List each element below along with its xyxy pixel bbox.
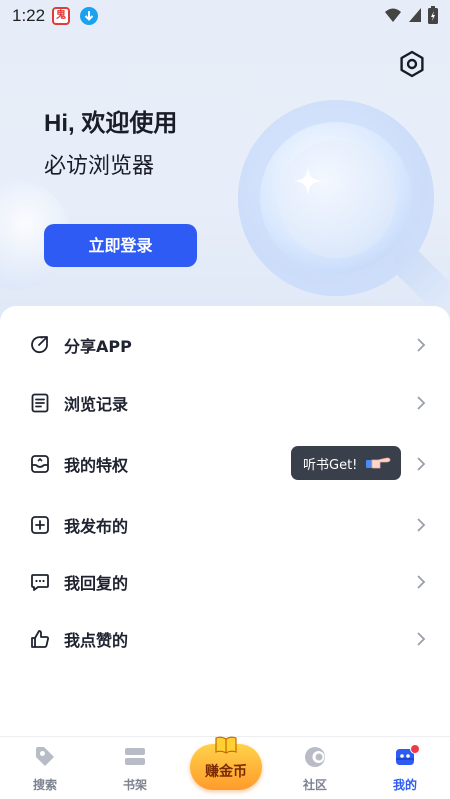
chevron-right-icon	[417, 518, 426, 532]
app-name: 必访浏览器	[44, 154, 155, 179]
tab-bookshelf[interactable]: 书架	[95, 737, 175, 799]
chevron-right-icon	[417, 338, 426, 352]
menu-item-likes[interactable]: 我点赞的	[0, 611, 450, 667]
tooltip-text: 听书Get!	[303, 458, 358, 473]
menu-item-posts[interactable]: 我发布的	[0, 497, 450, 553]
tab-profile[interactable]: 我的	[365, 737, 445, 799]
menu-label-posts: 我发布的	[64, 517, 129, 536]
search-tag-icon	[36, 747, 54, 766]
chevron-right-icon	[417, 396, 426, 410]
status-indicators	[384, 6, 438, 24]
menu-label-history: 浏览记录	[64, 395, 129, 414]
tab-label-bookshelf: 书架	[122, 778, 147, 792]
notification-dot	[410, 744, 420, 754]
tab-search[interactable]: 搜索	[5, 737, 85, 799]
earn-coins-button[interactable]: 赚金币	[190, 736, 262, 790]
menu-item-replies[interactable]: 我回复的	[0, 554, 450, 610]
download-notification-icon	[80, 7, 98, 25]
share-icon	[31, 336, 48, 353]
book-icon	[215, 736, 237, 754]
menu-item-history[interactable]: 浏览记录	[0, 375, 450, 431]
battery-icon	[428, 6, 438, 24]
menu-item-share[interactable]: 分享APP	[0, 317, 450, 373]
menu-label-likes: 我点赞的	[64, 631, 129, 650]
app-notification-icon: 鬼	[52, 7, 70, 25]
tab-community[interactable]: 社区	[275, 737, 355, 799]
menu-label-privilege: 我的特权	[64, 456, 129, 475]
bookshelf-icon	[125, 748, 145, 765]
menu-card: 分享APP 浏览记录 我的特权 我发布的 我回复的 我点赞的	[0, 306, 450, 736]
settings-icon[interactable]	[398, 50, 426, 78]
wifi-icon	[385, 8, 401, 22]
audiobook-tooltip[interactable]: 听书Get!	[291, 446, 401, 480]
chevron-right-icon	[417, 632, 426, 646]
menu-label-replies: 我回复的	[64, 574, 129, 593]
signal-icon	[409, 8, 421, 22]
status-bar: 1:22 鬼	[0, 0, 450, 32]
tab-label-profile: 我的	[392, 778, 417, 792]
status-time: 1:22	[12, 6, 46, 25]
history-icon	[31, 393, 49, 413]
community-icon	[305, 747, 325, 767]
greeting-title: Hi, 欢迎使用	[44, 110, 178, 137]
like-icon	[31, 630, 49, 648]
sparkle-icon	[293, 166, 323, 196]
chevron-right-icon	[417, 457, 426, 471]
menu-label-share: 分享APP	[64, 337, 132, 356]
privilege-icon	[31, 455, 49, 473]
post-icon	[31, 516, 49, 534]
tab-label-community: 社区	[302, 778, 327, 792]
magnifier-lens	[278, 140, 396, 258]
pointing-hand-icon	[366, 457, 391, 469]
tab-label-search: 搜索	[32, 778, 57, 792]
chevron-right-icon	[417, 575, 426, 589]
reply-icon	[31, 574, 49, 591]
login-button[interactable]: 立即登录	[44, 224, 197, 267]
earn-coins-label: 赚金币	[205, 764, 247, 780]
